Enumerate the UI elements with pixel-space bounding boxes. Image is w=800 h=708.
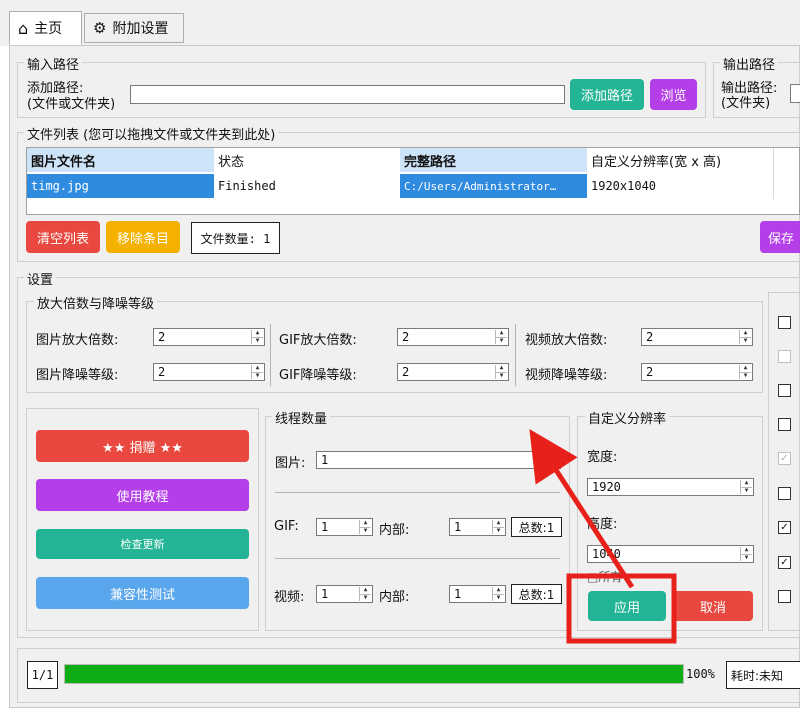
annotation-overlay [529, 429, 677, 644]
annotation-highlight-box [566, 573, 677, 644]
annotation-arrow [529, 429, 635, 589]
